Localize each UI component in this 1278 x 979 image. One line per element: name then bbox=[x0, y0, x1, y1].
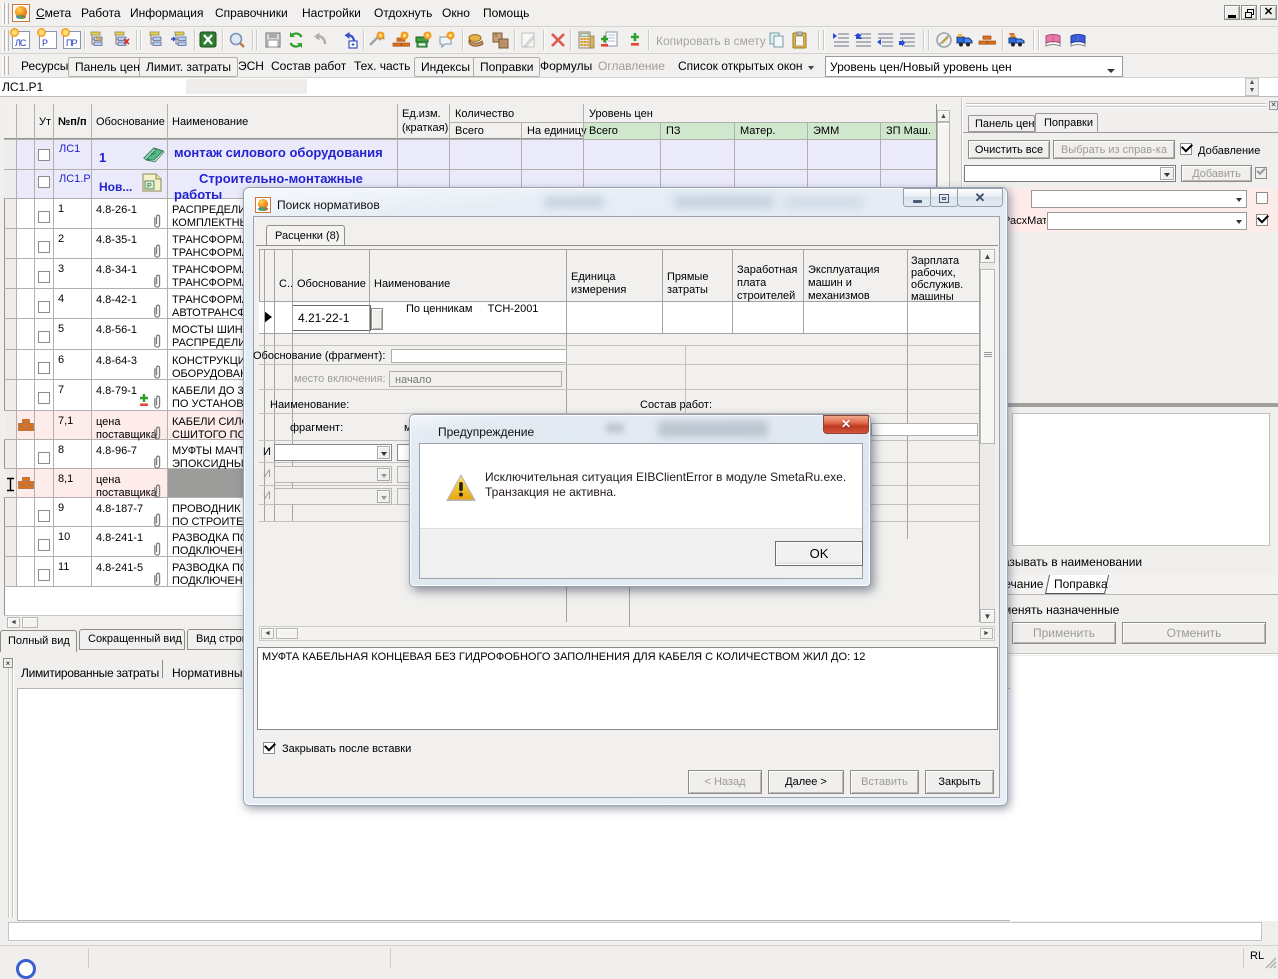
svg-text:P: P bbox=[147, 183, 152, 190]
